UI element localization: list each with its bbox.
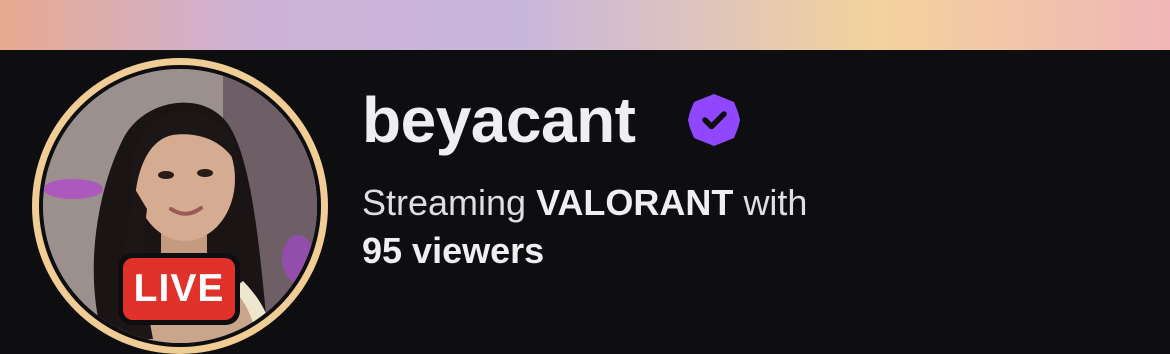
status-suffix: with xyxy=(743,182,808,223)
game-link[interactable]: VALORANT xyxy=(536,182,733,223)
live-badge: LIVE xyxy=(118,253,240,325)
verified-badge-icon xyxy=(688,94,740,146)
live-badge-label: LIVE xyxy=(123,258,235,320)
stream-status: Streaming VALORANT with xyxy=(362,178,807,228)
status-prefix: Streaming xyxy=(362,182,527,223)
profile-banner xyxy=(0,0,1170,50)
viewer-count: 95 viewers xyxy=(362,230,545,271)
channel-card[interactable]: LIVE beyacant Streaming VALORANT with 95… xyxy=(0,50,1170,354)
channel-name[interactable]: beyacant xyxy=(362,80,636,160)
